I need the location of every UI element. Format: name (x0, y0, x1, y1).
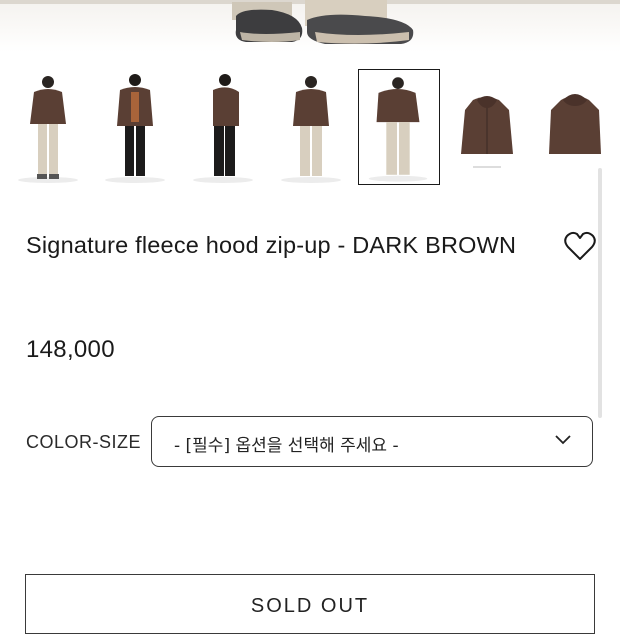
thumbnail-2[interactable] (95, 70, 175, 184)
product-price: 148,000 (26, 336, 115, 363)
hero-image (0, 0, 620, 52)
thumbnail-3[interactable] (183, 70, 263, 184)
thumbnail-7[interactable] (535, 70, 615, 184)
left-shoe-image (232, 2, 303, 43)
chevron-down-icon (555, 435, 571, 445)
sold-out-label: SOLD OUT (250, 595, 370, 617)
color-size-select[interactable]: - [필수] 옵션을 선택해 주세요 - (151, 416, 593, 467)
thumbnail-gallery (0, 69, 620, 188)
heart-icon[interactable] (563, 230, 597, 262)
right-shoe-image (305, 0, 414, 44)
thumbnail-1[interactable] (8, 70, 88, 184)
thumbnail-4[interactable] (271, 70, 351, 184)
thumbnail-5-selected[interactable] (358, 69, 440, 185)
scrollbar[interactable] (598, 168, 602, 418)
product-title: Signature fleece hood zip-up - DARK BROW… (26, 232, 517, 258)
option-label: COLOR-SIZE (26, 432, 142, 452)
select-placeholder: - [필수] 옵션을 선택해 주세요 - (174, 436, 399, 456)
sold-out-button[interactable]: SOLD OUT (25, 574, 595, 634)
thumbnail-6[interactable] (447, 70, 527, 184)
